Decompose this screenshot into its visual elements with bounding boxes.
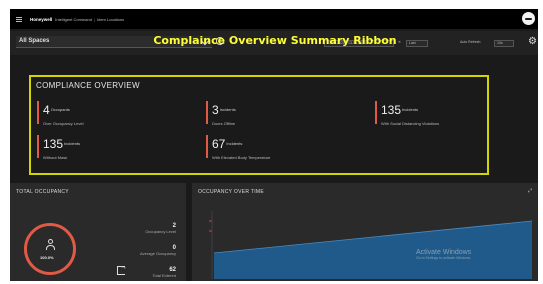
activate-windows-watermark: Activate Windows Go to Settings to activ… — [416, 249, 471, 260]
metric-social-distancing[interactable]: 135Incidents With Social Distancing Viol… — [375, 101, 440, 126]
total-occupancy-title: TOTAL OCCUPANCY — [16, 189, 69, 195]
metric-description: With Social Distancing Violations — [381, 121, 440, 126]
ribbon-caption: Complaince Overview Summary Ribbon — [153, 34, 397, 47]
total-occupancy-panel: TOTAL OCCUPANCY 100.0% 2 Occupancy Level… — [10, 183, 186, 281]
exit-icon — [117, 264, 127, 275]
occupancy-area — [214, 221, 532, 279]
stat-average-occupancy: 0 Average Occupancy — [140, 245, 176, 256]
metric-value: 67 — [212, 137, 226, 151]
metric-elevated-temperature[interactable]: 67Incidents With Elevated Body Temperatu… — [206, 135, 271, 160]
occupancy-gauge: 100.0% — [24, 223, 76, 275]
metric-value: 3 — [212, 103, 219, 117]
gear-icon[interactable]: ⚙ — [528, 37, 537, 47]
gauge-value: 100.0% — [40, 255, 54, 260]
metric-unit: Incidents — [402, 107, 419, 113]
metric-unit: Incidents — [226, 141, 243, 147]
auto-refresh-label: Auto Refresh — [458, 40, 492, 47]
avatar[interactable] — [522, 12, 535, 25]
stat-occupancy-level: 2 Occupancy Level — [145, 223, 176, 234]
auto-refresh-select[interactable]: 10s — [494, 40, 514, 47]
metric-unit: Incidents — [219, 107, 236, 113]
metric-description: Doors Offline — [212, 121, 236, 126]
metric-value: 135 — [381, 103, 402, 117]
watermark-title: Activate Windows — [416, 249, 472, 256]
compliance-overview-panel: COMPLIANCE OVERVIEW 4Occupants Over Occu… — [29, 75, 489, 175]
stat-label: Occupancy Level — [145, 229, 176, 234]
occupancy-trend-chart — [209, 211, 533, 279]
metric-value: 4 — [43, 103, 50, 117]
breadcrumb-separator: | — [93, 16, 95, 22]
auto-refresh-value: 10s — [497, 41, 503, 45]
watermark-subtitle: Go to Settings to activate Windows. — [416, 256, 472, 260]
app-window: Honeywell Intelligent Command | Idem Loc… — [10, 9, 538, 281]
metric-unit: Occupants — [50, 107, 70, 113]
auto-refresh-text: Auto Refresh — [460, 40, 481, 44]
space-selector-value: All Spaces — [19, 38, 50, 44]
stat-label: Total Entered — [152, 273, 176, 278]
metric-description: With Elevated Body Temperature — [212, 155, 271, 160]
breadcrumb-page[interactable]: Idem Locations — [97, 17, 124, 22]
compliance-title: COMPLIANCE OVERVIEW — [36, 81, 140, 90]
stat-label: Average Occupancy — [140, 251, 176, 256]
metric-unit: Incidents — [64, 141, 81, 147]
person-icon — [46, 239, 55, 251]
metric-without-mask[interactable]: 135Incidents Without Mask — [37, 135, 81, 160]
stat-total-entered: 62 Total Entered — [152, 267, 176, 278]
metric-doors-offline[interactable]: 3Incidents Doors Offline — [206, 101, 236, 126]
metric-value: 135 — [43, 137, 64, 151]
top-bar: Honeywell Intelligent Command | Idem Loc… — [10, 9, 538, 29]
app-name: Intelligent Command — [55, 16, 92, 22]
metric-description: Without Mask — [43, 155, 68, 160]
occupancy-over-time-panel: OCCUPANCY OVER TIME ⤢ Activate Windows G… — [192, 183, 538, 281]
metric-over-occupancy[interactable]: 4Occupants Over Occupancy Level — [37, 101, 84, 126]
metric-description: Over Occupancy Level — [43, 121, 84, 126]
menu-icon[interactable] — [16, 16, 22, 22]
brand-logo: Honeywell — [30, 16, 53, 22]
